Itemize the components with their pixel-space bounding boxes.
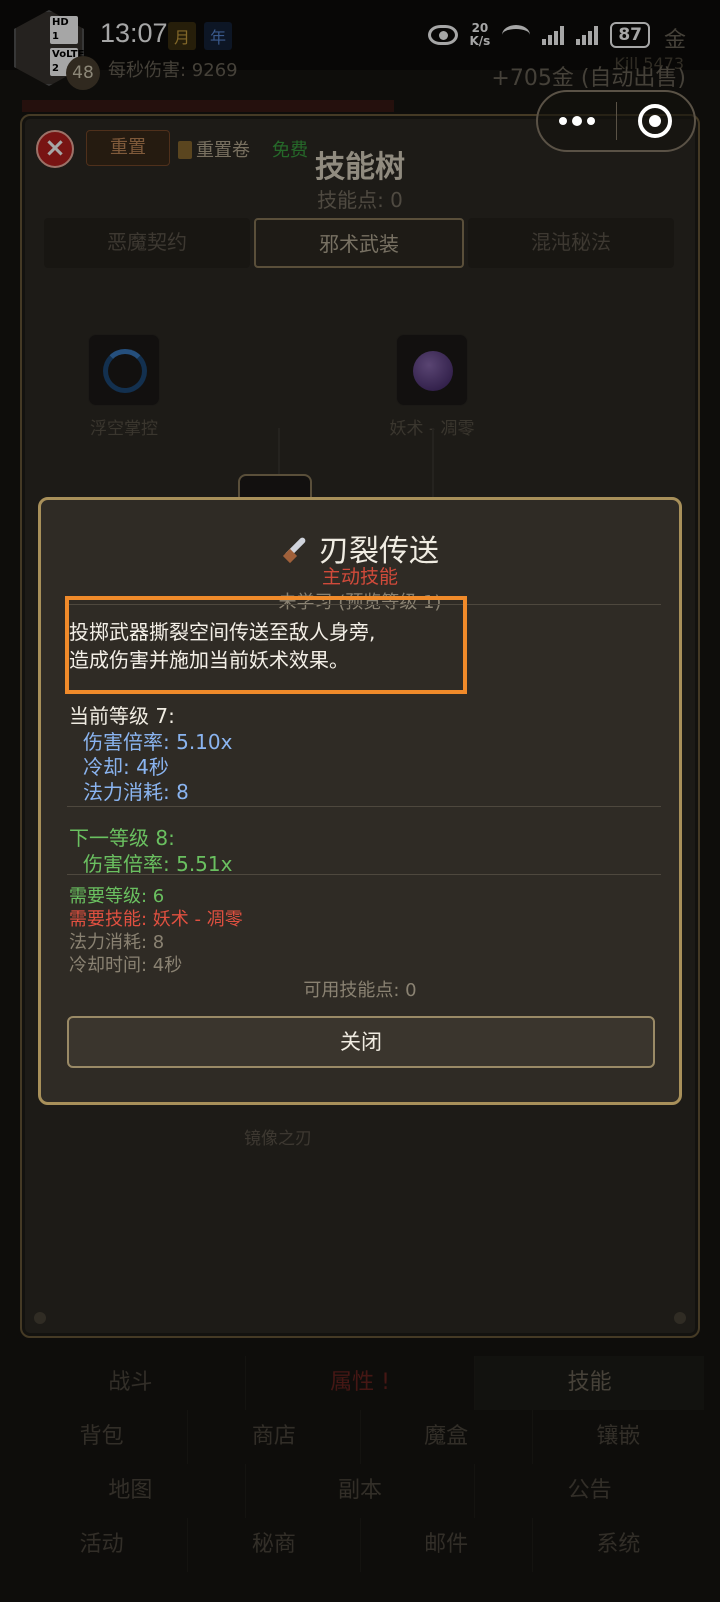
close-button[interactable]: 关闭 xyxy=(67,1016,655,1068)
skill-detail-dialog: 刃裂传送 主动技能 未学习 (预览等级 1) 投掷武器撕裂空间传送至敌人身旁, … xyxy=(38,497,682,1105)
miniprogram-capsule xyxy=(536,90,696,152)
next-stat: 伤害倍率: 5.51x xyxy=(83,852,233,876)
available-skill-points: 可用技能点: 0 xyxy=(303,980,417,1001)
skill-description: 投掷武器撕裂空间传送至敌人身旁, 造成伤害并施加当前妖术效果。 xyxy=(69,618,375,674)
next-level-title: 下一等级 8: xyxy=(69,826,175,850)
more-icon[interactable] xyxy=(538,92,616,150)
dagger-icon xyxy=(281,535,311,565)
cooldown-time: 冷却时间: 4秒 xyxy=(69,955,183,976)
target-icon xyxy=(638,104,673,138)
current-level-title: 当前等级 7: xyxy=(69,704,175,728)
divider xyxy=(67,874,661,875)
description-line: 投掷武器撕裂空间传送至敌人身旁, xyxy=(69,620,376,644)
skill-type: 主动技能 xyxy=(321,566,398,588)
description-line: 造成伤害并施加当前妖术效果。 xyxy=(69,648,349,672)
capsule-close-button[interactable] xyxy=(617,104,695,138)
divider xyxy=(67,806,661,807)
current-stat: 法力消耗: 8 xyxy=(83,780,189,804)
